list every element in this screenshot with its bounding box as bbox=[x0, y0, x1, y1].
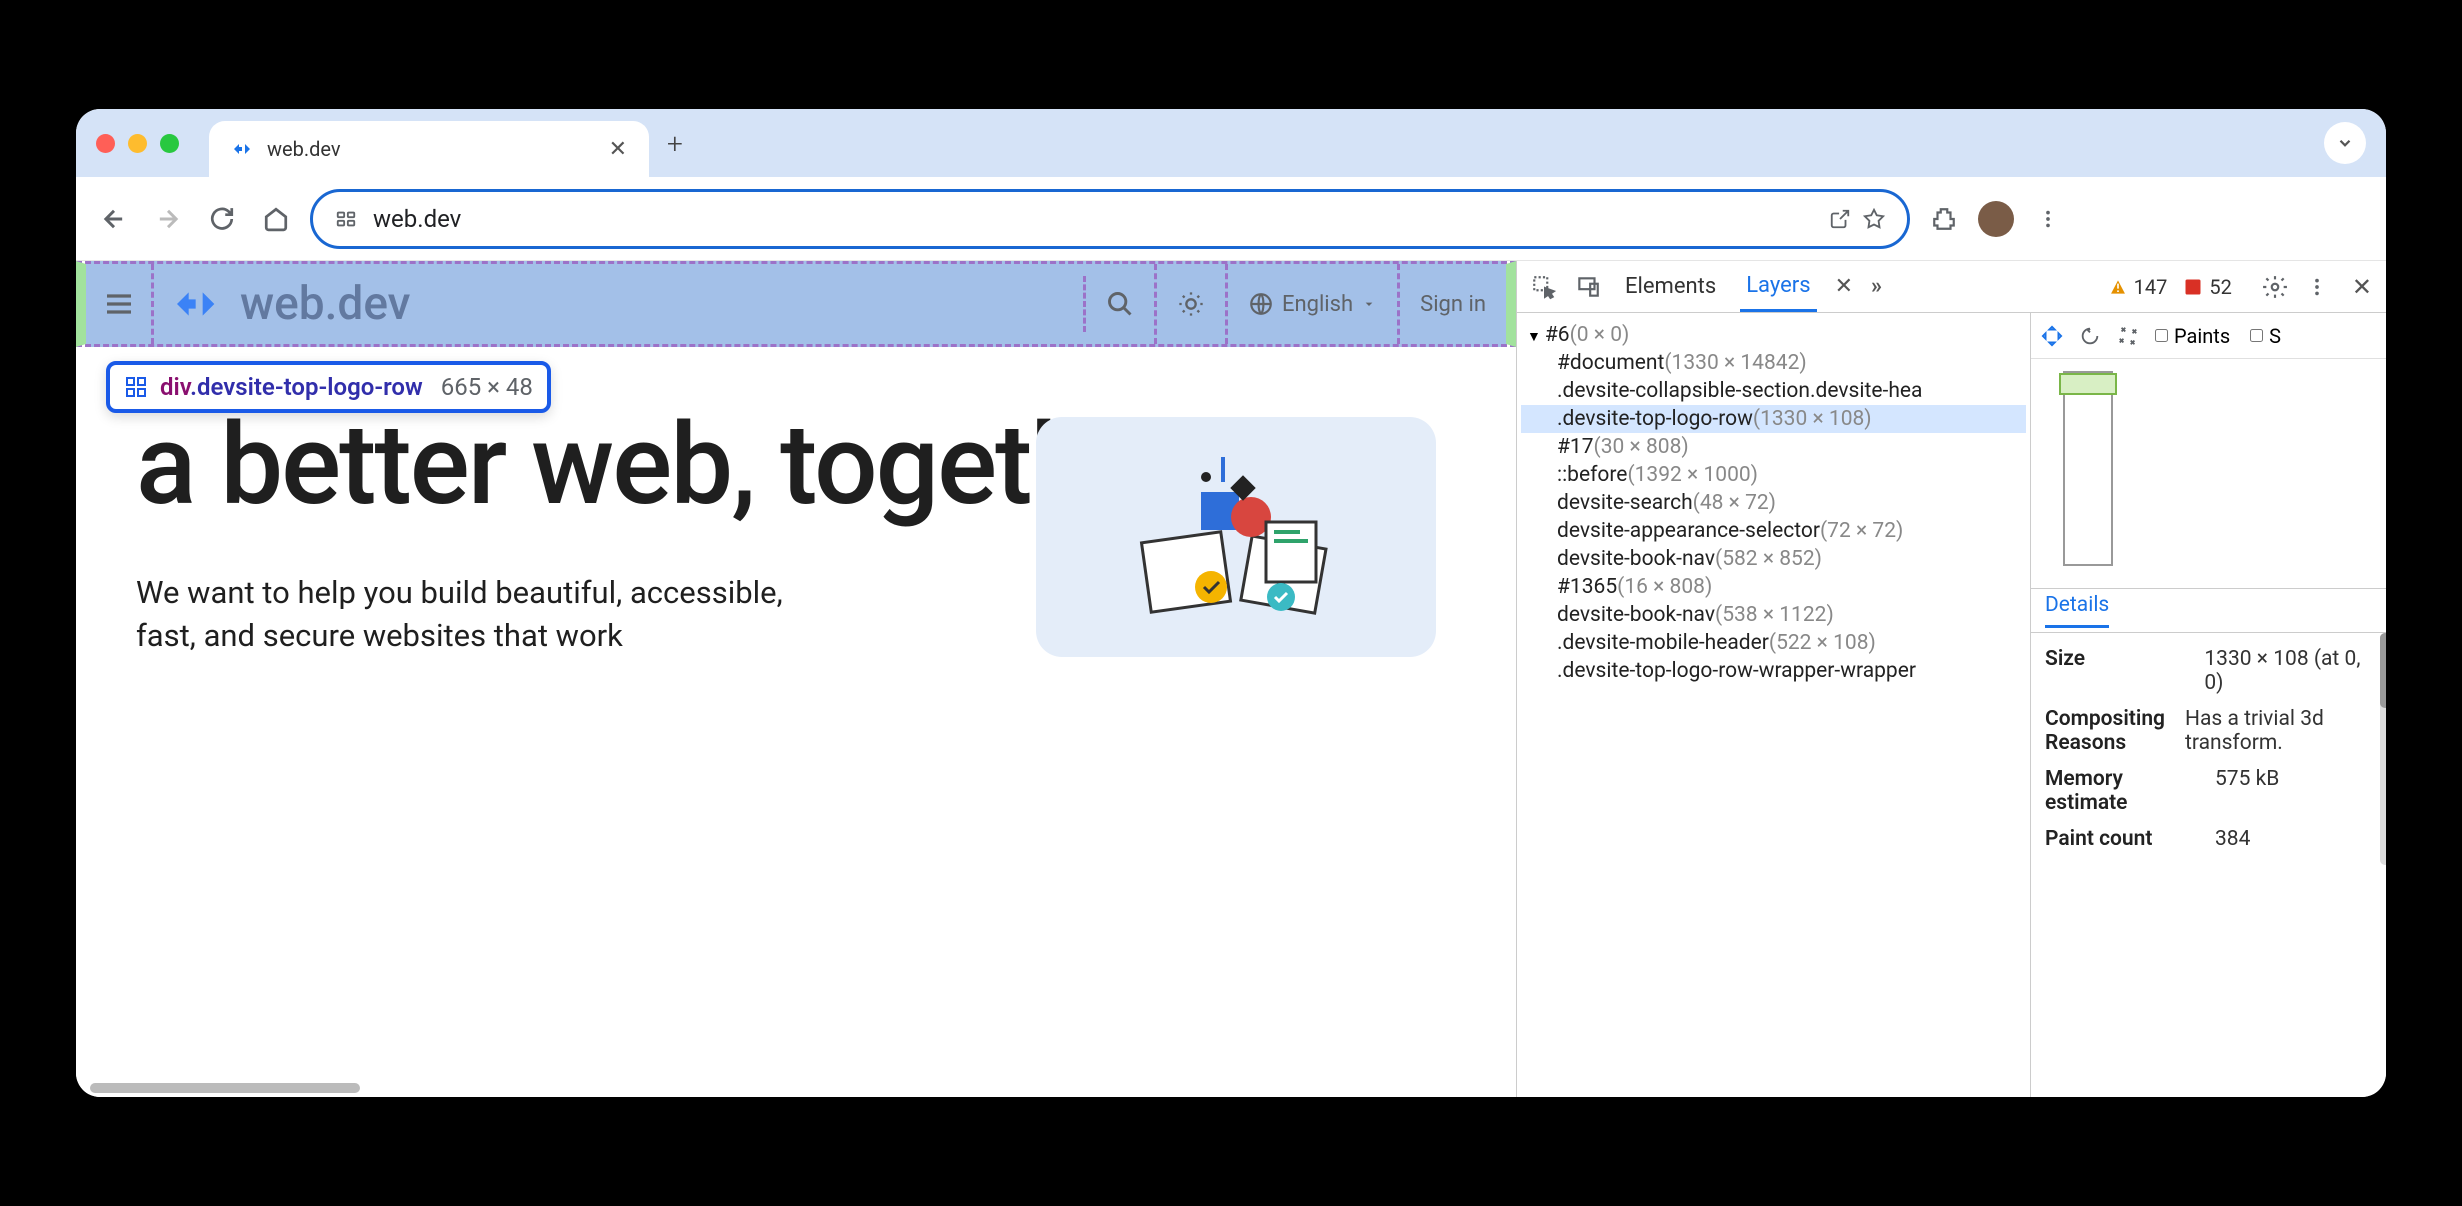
language-selector[interactable]: English bbox=[1228, 264, 1400, 344]
hero-illustration bbox=[1036, 417, 1436, 657]
site-settings-icon[interactable] bbox=[335, 208, 357, 230]
page-viewport: web.dev English Sign in bbox=[76, 261, 1516, 1097]
logo-text: web.dev bbox=[240, 277, 411, 331]
detail-row: Compositing ReasonsHas a trivial 3d tran… bbox=[2045, 701, 2372, 761]
chevron-down-icon bbox=[1361, 296, 1377, 312]
close-tab-icon[interactable]: ✕ bbox=[1835, 274, 1853, 299]
theme-toggle[interactable] bbox=[1157, 264, 1228, 344]
minimize-window-button[interactable] bbox=[128, 134, 147, 153]
site-favicon bbox=[231, 137, 255, 161]
hero-section: a better web, together We want to help y… bbox=[76, 347, 1516, 657]
globe-icon bbox=[1248, 291, 1274, 317]
tree-row[interactable]: .devsite-collapsible-section.devsite-hea bbox=[1521, 377, 2026, 405]
inspect-icon[interactable] bbox=[1531, 274, 1557, 300]
layer-details: Size1330 × 108 (at 0, 0)Compositing Reas… bbox=[2031, 633, 2386, 865]
tree-row[interactable]: #17(30 × 808) bbox=[1521, 433, 2026, 461]
layers-side-panel: Paints S Details bbox=[2030, 313, 2386, 1097]
rotate-icon[interactable] bbox=[2079, 325, 2101, 347]
tree-row[interactable]: devsite-appearance-selector(72 × 72) bbox=[1521, 517, 2026, 545]
vertical-scrollbar[interactable] bbox=[2380, 633, 2386, 865]
viz-selected-layer bbox=[2059, 373, 2117, 395]
device-toggle-icon[interactable] bbox=[1575, 274, 1601, 300]
devtools-tabbar: Elements Layers ✕ » 147 52 ✕ bbox=[1517, 261, 2386, 313]
forward-button[interactable] bbox=[148, 199, 188, 239]
layers-side-toolbar: Paints S bbox=[2031, 313, 2386, 359]
details-tabbar: Details bbox=[2031, 589, 2386, 633]
back-button[interactable] bbox=[94, 199, 134, 239]
tree-row[interactable]: #document(1330 × 14842) bbox=[1521, 349, 2026, 377]
tree-row[interactable]: devsite-search(48 × 72) bbox=[1521, 489, 2026, 517]
tree-row[interactable]: .devsite-top-logo-row(1330 × 108) bbox=[1521, 405, 2026, 433]
slow-checkbox[interactable]: S bbox=[2250, 324, 2281, 348]
more-tabs-icon[interactable]: » bbox=[1871, 274, 1882, 299]
settings-icon[interactable] bbox=[2262, 274, 2288, 300]
detail-row: Paint count384 bbox=[2045, 821, 2372, 857]
layers-tree[interactable]: #6(0 × 0)#document(1330 × 14842).devsite… bbox=[1517, 313, 2030, 1097]
site-logo[interactable]: web.dev bbox=[154, 276, 1086, 332]
tree-row[interactable]: ::before(1392 × 1000) bbox=[1521, 461, 2026, 489]
tab-webdev[interactable]: web.dev ✕ bbox=[209, 121, 649, 177]
devtools-menu-icon[interactable] bbox=[2306, 276, 2328, 298]
tab-details[interactable]: Details bbox=[2045, 593, 2109, 628]
page-header-highlighted: web.dev English Sign in bbox=[76, 261, 1516, 347]
search-button[interactable] bbox=[1086, 264, 1157, 344]
paints-checkbox[interactable]: Paints bbox=[2155, 324, 2230, 348]
tree-row[interactable]: .devsite-mobile-header(522 × 108) bbox=[1521, 629, 2026, 657]
viz-document bbox=[2063, 371, 2113, 566]
detail-row: Size1330 × 108 (at 0, 0) bbox=[2045, 641, 2372, 701]
content-area: web.dev English Sign in bbox=[76, 261, 2386, 1097]
hamburger-menu[interactable] bbox=[86, 264, 154, 344]
devtools-panel: Elements Layers ✕ » 147 52 ✕ #6(0 × 0)#d… bbox=[1516, 261, 2386, 1097]
reload-button[interactable] bbox=[202, 199, 242, 239]
tree-row[interactable]: devsite-book-nav(582 × 852) bbox=[1521, 545, 2026, 573]
issues-count[interactable]: 147 52 bbox=[2108, 275, 2232, 299]
home-button[interactable] bbox=[256, 199, 296, 239]
tab-layers[interactable]: Layers bbox=[1740, 261, 1816, 312]
traffic-lights bbox=[96, 134, 179, 153]
error-icon bbox=[2183, 277, 2203, 297]
webdev-logo-icon bbox=[170, 276, 226, 332]
extensions-icon[interactable] bbox=[1924, 199, 1964, 239]
browser-window: web.dev ✕ + web.dev bbox=[76, 109, 2386, 1097]
url-text: web.dev bbox=[373, 205, 1813, 233]
layers-3d-view[interactable] bbox=[2031, 359, 2386, 589]
bookmark-star-icon[interactable] bbox=[1863, 208, 1885, 230]
close-tab-icon[interactable]: ✕ bbox=[609, 137, 627, 162]
omnibox[interactable]: web.dev bbox=[310, 189, 1910, 249]
new-tab-button[interactable]: + bbox=[667, 127, 683, 160]
devtools-body: #6(0 × 0)#document(1330 × 14842).devsite… bbox=[1517, 313, 2386, 1097]
tab-elements[interactable]: Elements bbox=[1619, 274, 1722, 299]
reset-view-icon[interactable] bbox=[2117, 325, 2139, 347]
tab-title: web.dev bbox=[267, 137, 597, 161]
fullscreen-window-button[interactable] bbox=[160, 134, 179, 153]
warning-icon bbox=[2108, 277, 2128, 297]
pan-icon[interactable] bbox=[2041, 325, 2063, 347]
window-dropdown[interactable] bbox=[2324, 122, 2366, 164]
tree-row[interactable]: .devsite-top-logo-row-wrapper-wrapper bbox=[1521, 657, 2026, 685]
close-window-button[interactable] bbox=[96, 134, 115, 153]
close-devtools-icon[interactable]: ✕ bbox=[2352, 273, 2372, 301]
open-external-icon[interactable] bbox=[1829, 208, 1851, 230]
detail-row: Memory estimate575 kB bbox=[2045, 761, 2372, 821]
tree-row[interactable]: #1365(16 × 808) bbox=[1521, 573, 2026, 601]
signin-label: Sign in bbox=[1420, 292, 1486, 317]
signin-link[interactable]: Sign in bbox=[1400, 264, 1506, 344]
search-icon bbox=[1106, 290, 1134, 318]
tree-row[interactable]: devsite-book-nav(538 × 1122) bbox=[1521, 601, 2026, 629]
tab-strip: web.dev ✕ + bbox=[76, 109, 2386, 177]
hero-body: We want to help you build beautiful, acc… bbox=[136, 571, 816, 658]
tree-row[interactable]: #6(0 × 0) bbox=[1521, 321, 2026, 349]
language-label: English bbox=[1282, 292, 1353, 317]
brightness-icon bbox=[1177, 290, 1205, 318]
browser-menu-icon[interactable] bbox=[2028, 199, 2068, 239]
profile-avatar[interactable] bbox=[1978, 201, 2014, 237]
browser-toolbar: web.dev bbox=[76, 177, 2386, 261]
